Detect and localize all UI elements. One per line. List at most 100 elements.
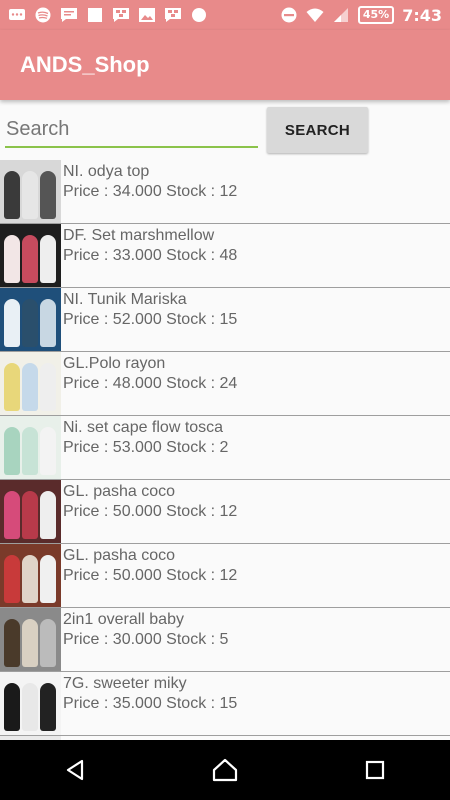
product-name: GL.Polo rayon: [63, 355, 166, 372]
product-name: Ni. set cape flow tosca: [63, 419, 224, 436]
product-text: 7G. sweeter miky Price : 35.000 Stock : 1…: [61, 672, 237, 714]
product-thumbnail: [0, 416, 61, 479]
recents-button[interactable]: [345, 740, 405, 800]
home-button[interactable]: [195, 740, 255, 800]
product-text: NI. odya top Price : 34.000 Stock : 12: [61, 160, 237, 202]
home-icon: [212, 758, 238, 782]
product-thumbnail: [0, 224, 61, 287]
product-row[interactable]: NI. Tunik Mariska Price : 52.000 Stock : …: [0, 288, 450, 352]
product-name: 7G. sweeter miky: [63, 675, 187, 692]
product-price-stock: Price : 50.000 Stock : 12: [63, 567, 238, 584]
product-price-stock: Price : 30.000 Stock : 5: [63, 631, 229, 648]
notification-icons: [8, 7, 208, 23]
product-row[interactable]: Ni. set cape flow tosca Price : 53.000 St…: [0, 416, 450, 480]
product-row[interactable]: NI. odya top Price : 34.000 Stock : 12: [0, 160, 450, 224]
bbm-icon: [112, 7, 130, 23]
product-name: DF. Set marshmellow: [63, 227, 215, 244]
thumbnail-figure: [4, 619, 20, 667]
thumbnail-figure: [4, 171, 20, 219]
product-row[interactable]: GL. pasha coco Price : 50.000 Stock : 12: [0, 544, 450, 608]
thumbnail-figure: [22, 171, 38, 219]
thumbnail-figure: [40, 171, 56, 219]
product-price-stock: Price : 35.000 Stock : 15: [63, 695, 238, 712]
thumbnail-figure: [4, 683, 20, 731]
product-text: Ni. set cape flow tosca Price : 53.000 St…: [61, 416, 228, 458]
thumbnail-figure: [22, 491, 38, 539]
product-text: 2in1 overall baby Price : 30.000 Stock : …: [61, 608, 228, 650]
product-text: NI. Tunik Mariska Price : 52.000 Stock : …: [61, 288, 237, 330]
thumbnail-figure: [40, 555, 56, 603]
battery-indicator: 45%: [357, 6, 395, 24]
thumbnail-figure: [40, 363, 56, 411]
product-thumbnail: [0, 160, 61, 223]
product-thumbnail: [0, 480, 61, 543]
product-thumbnail: [0, 288, 61, 351]
back-triangle-icon: [66, 759, 84, 781]
status-bar: 45% 7:43: [0, 0, 450, 30]
product-row[interactable]: GL. pasha coco Price : 50.000 Stock : 12: [0, 480, 450, 544]
back-button[interactable]: [45, 740, 105, 800]
product-price-stock: Price : 50.000 Stock : 12: [63, 503, 238, 520]
product-name: 2in1 overall baby: [63, 611, 184, 628]
thumbnail-figure: [4, 491, 20, 539]
product-name: NI. Tunik Mariska: [63, 291, 187, 308]
app-bar: ANDS_Shop: [0, 30, 450, 100]
thumbnail-figure: [22, 555, 38, 603]
thumbnail-figure: [40, 427, 56, 475]
product-text: DF. Set marshmellow Price : 33.000 Stock …: [61, 224, 237, 266]
product-text: GL. pasha coco Price : 50.000 Stock : 12: [61, 480, 237, 522]
thumbnail-figure: [22, 235, 38, 283]
message-icon: [60, 7, 78, 23]
product-thumbnail: [0, 352, 61, 415]
spotify-icon: [34, 7, 52, 23]
chat-bubble-icon: [8, 7, 26, 23]
product-price-stock: Price : 33.000 Stock : 48: [63, 247, 238, 264]
thumbnail-figure: [4, 363, 20, 411]
product-text: GL.Polo rayon Price : 48.000 Stock : 24: [61, 352, 237, 394]
product-price-stock: Price : 34.000 Stock : 12: [63, 183, 238, 200]
thumbnail-figure: [40, 299, 56, 347]
thumbnail-figure: [22, 363, 38, 411]
product-text: GL. pasha coco Price : 50.000 Stock : 12: [61, 544, 237, 586]
cell-signal-icon: [332, 7, 350, 23]
image-icon: [138, 7, 156, 23]
thumbnail-figure: [22, 299, 38, 347]
system-icons: 45% 7:43: [280, 6, 442, 25]
clock: 7:43: [402, 5, 442, 25]
thumbnail-figure: [22, 619, 38, 667]
product-list[interactable]: NI. odya top Price : 34.000 Stock : 12 DF.…: [0, 160, 450, 740]
search-button[interactable]: SEARCH: [267, 107, 368, 153]
search-row: SEARCH: [0, 100, 450, 158]
thumbnail-figure: [22, 427, 38, 475]
product-row[interactable]: 2in1 overall baby Price : 30.000 Stock : …: [0, 608, 450, 672]
app-title: ANDS_Shop: [20, 52, 150, 77]
thumbnail-figure: [4, 235, 20, 283]
product-thumbnail: [0, 672, 61, 735]
thumbnail-figure: [40, 619, 56, 667]
do-not-disturb-icon: [280, 7, 298, 23]
product-name: GL. pasha coco: [63, 547, 176, 564]
product-row[interactable]: 7G. sweeter miky Price : 35.000 Stock : 1…: [0, 672, 450, 736]
bbm-icon-2: [164, 7, 182, 23]
product-row[interactable]: DF. Set marshmellow Price : 33.000 Stock …: [0, 224, 450, 288]
product-row[interactable]: GL.Polo rayon Price : 48.000 Stock : 24: [0, 352, 450, 416]
thumbnail-figure: [22, 683, 38, 731]
product-price-stock: Price : 53.000 Stock : 2: [63, 439, 229, 456]
thumbnail-figure: [4, 555, 20, 603]
square-notification-icon: [86, 7, 104, 23]
product-name: GL. pasha coco: [63, 483, 176, 500]
product-name: NI. odya top: [63, 163, 150, 180]
product-text: [61, 736, 63, 738]
product-price-stock: Price : 52.000 Stock : 15: [63, 311, 238, 328]
product-thumbnail: [0, 608, 61, 671]
thumbnail-figure: [40, 683, 56, 731]
navigation-bar: [0, 740, 450, 800]
recents-square-icon: [365, 760, 385, 780]
thumbnail-figure: [4, 299, 20, 347]
product-price-stock: Price : 48.000 Stock : 24: [63, 375, 238, 392]
thumbnail-figure: [40, 235, 56, 283]
thumbnail-figure: [4, 427, 20, 475]
search-input[interactable]: [5, 112, 258, 148]
wifi-icon: [306, 7, 324, 23]
product-thumbnail: [0, 544, 61, 607]
